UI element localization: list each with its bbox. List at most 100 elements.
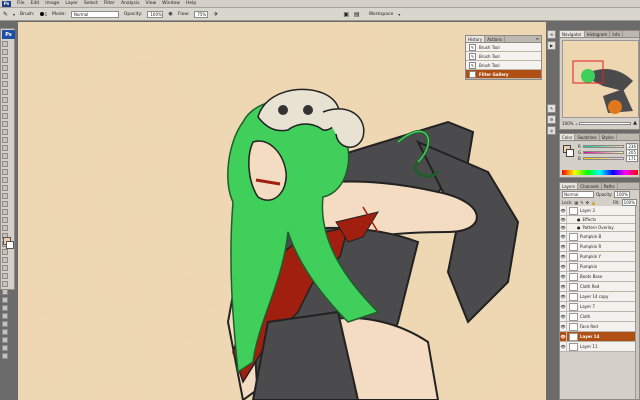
tool-button[interactable] — [2, 337, 8, 343]
tool-button[interactable] — [2, 217, 8, 223]
menu-window[interactable]: Window — [162, 1, 180, 6]
eye-icon[interactable]: 👁 — [560, 232, 567, 241]
menu-analysis[interactable]: Analysis — [121, 1, 140, 6]
opacity-field[interactable]: 100% — [147, 10, 164, 18]
tool-button[interactable] — [2, 193, 8, 199]
mode-select[interactable]: Normal — [70, 10, 119, 18]
airbrush-toggle-icon[interactable]: ✈ — [213, 11, 218, 18]
tab-histogram[interactable]: Histogram — [585, 31, 611, 37]
zoom-in-icon[interactable]: ▲ — [633, 120, 637, 126]
brush-palette-icon[interactable]: ▤ — [354, 11, 360, 18]
tool-button[interactable] — [2, 49, 8, 55]
tab-swatches[interactable]: Swatches — [575, 134, 600, 140]
tool-button[interactable] — [2, 169, 8, 175]
tool-button[interactable] — [2, 297, 8, 303]
eye-icon[interactable]: 👁 — [560, 206, 567, 215]
actions-dock-icon[interactable]: ▶ — [547, 41, 556, 50]
red-slider[interactable] — [582, 144, 625, 148]
tool-button[interactable] — [2, 105, 8, 111]
history-item[interactable]: ✎ Brush Tool — [466, 43, 541, 52]
zoom-slider[interactable] — [579, 121, 632, 125]
tool-button[interactable] — [2, 201, 8, 207]
tab-layers[interactable]: Layers — [560, 183, 579, 189]
brush-tool-icon[interactable]: ✎ — [3, 11, 8, 18]
tablet-pressure-icon[interactable]: ▣ — [343, 11, 349, 18]
layer-row[interactable]: 👁 Pumpkin Y — [560, 252, 639, 262]
eye-icon[interactable]: 👁 — [560, 224, 567, 231]
tool-button[interactable] — [2, 121, 8, 127]
blue-value[interactable]: 171 — [626, 154, 638, 162]
workspace-menu[interactable]: Workspace — [369, 12, 394, 17]
chevron-down-icon[interactable]: ▾ — [398, 12, 400, 17]
menu-view[interactable]: View — [145, 1, 156, 6]
eye-icon[interactable]: 👁 — [560, 282, 567, 291]
tool-button[interactable] — [2, 353, 8, 359]
layer-row[interactable]: 👁 Layer 14 — [560, 332, 639, 342]
tab-color[interactable]: Color — [560, 134, 576, 140]
tool-button[interactable] — [2, 89, 8, 95]
tool-button[interactable] — [2, 345, 8, 351]
color-bg-swatch[interactable] — [566, 149, 574, 157]
tab-paths[interactable]: Paths — [602, 183, 618, 189]
tool-button[interactable] — [2, 225, 8, 231]
tool-button[interactable] — [2, 305, 8, 311]
lock-all-icon[interactable]: 🔒 — [591, 200, 596, 205]
navigator-thumbnail[interactable] — [562, 40, 639, 118]
tool-button[interactable] — [2, 73, 8, 79]
tool-button[interactable] — [2, 161, 8, 167]
history-item[interactable]: ✎ Brush Tool — [466, 52, 541, 61]
brushes-dock-icon[interactable]: ✎ — [547, 104, 556, 113]
tab-info[interactable]: Info — [610, 31, 623, 37]
tool-button[interactable] — [2, 321, 8, 327]
tab-styles[interactable]: Styles — [600, 134, 617, 140]
history-item[interactable]: ▦ Filter Gallery — [466, 70, 541, 79]
tool-button[interactable] — [2, 65, 8, 71]
tool-button[interactable] — [2, 153, 8, 159]
menu-layer[interactable]: Layer — [65, 1, 78, 6]
tool-button[interactable] — [2, 145, 8, 151]
menu-filter[interactable]: Filter — [104, 1, 115, 6]
green-slider[interactable] — [583, 150, 625, 154]
tool-button[interactable] — [2, 265, 8, 271]
lock-position-icon[interactable]: ✥ — [586, 200, 589, 205]
color-spectrum[interactable] — [562, 170, 638, 175]
tool-button[interactable] — [2, 273, 8, 279]
eye-icon[interactable]: 👁 — [560, 292, 567, 301]
tool-button[interactable] — [2, 281, 8, 287]
menu-edit[interactable]: Edit — [31, 1, 40, 6]
layer-row[interactable]: 👁 Cloth Red — [560, 282, 639, 292]
eye-icon[interactable]: 👁 — [560, 312, 567, 321]
layer-row[interactable]: 👁 Layer 11 — [560, 342, 639, 352]
menu-help[interactable]: Help — [186, 1, 196, 6]
panel-menu-icon[interactable]: ≡ — [536, 36, 541, 42]
tab-navigator[interactable]: Navigator — [560, 31, 585, 37]
tab-history[interactable]: History — [466, 36, 486, 42]
tool-button[interactable] — [2, 257, 8, 263]
menu-select[interactable]: Select — [84, 1, 98, 6]
lock-transparency-icon[interactable]: ▦ — [574, 200, 578, 205]
layer-row[interactable]: 👁 Pumpkin — [560, 262, 639, 272]
eye-icon[interactable]: 👁 — [560, 332, 567, 341]
tool-button[interactable] — [2, 249, 8, 255]
layer-row[interactable]: 👁 Boots Base — [560, 272, 639, 282]
tab-channels[interactable]: Channels — [578, 183, 602, 189]
tool-button[interactable] — [2, 289, 8, 295]
tool-button[interactable] — [2, 329, 8, 335]
menu-file[interactable]: File — [17, 1, 25, 6]
blue-slider[interactable] — [582, 156, 625, 160]
tool-button[interactable] — [2, 129, 8, 135]
eye-icon[interactable]: 👁 — [560, 252, 567, 261]
menu-image[interactable]: Image — [45, 1, 59, 6]
tool-button[interactable] — [2, 97, 8, 103]
eye-icon[interactable]: 👁 — [560, 262, 567, 271]
history-item[interactable]: ✎ Brush Tool — [466, 61, 541, 70]
tool-button[interactable] — [2, 41, 8, 47]
tool-button[interactable] — [2, 57, 8, 63]
tool-button[interactable] — [2, 177, 8, 183]
layer-row[interactable]: 👁 Layer 7 — [560, 302, 639, 312]
layers-scrollbar[interactable] — [635, 206, 639, 399]
layer-row[interactable]: 👁 Pumpkin R — [560, 242, 639, 252]
brush-preset-picker[interactable]: 1 — [39, 12, 47, 17]
layer-row[interactable]: 👁 Cloth — [560, 312, 639, 322]
layer-row[interactable]: 👁 ● Pattern Overlay — [560, 224, 639, 232]
